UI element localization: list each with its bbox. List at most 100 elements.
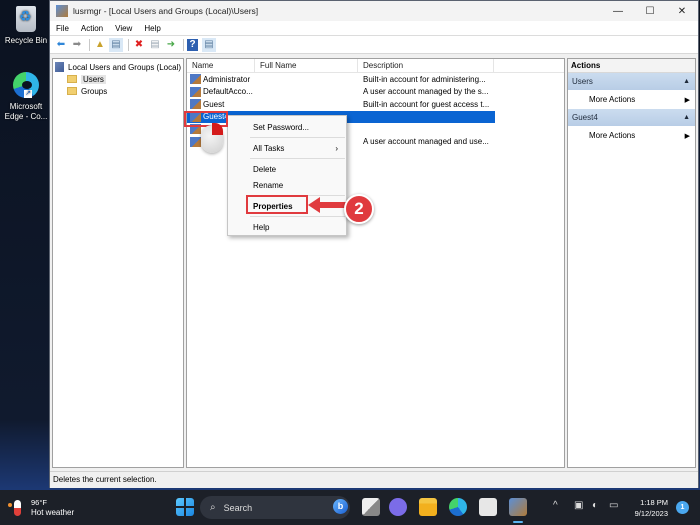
clock[interactable]: 1:18 PM 9/12/2023 bbox=[628, 497, 668, 519]
submenu-arrow-icon: ▶ bbox=[684, 132, 690, 140]
lusrmgr-app-icon bbox=[56, 5, 68, 17]
highlight-box-guest4 bbox=[184, 111, 228, 127]
menu-bar: File Action View Help bbox=[50, 21, 698, 36]
help-icon[interactable]: ? bbox=[187, 38, 198, 51]
forward-icon[interactable]: ➡ bbox=[70, 38, 84, 52]
menu-item-help[interactable]: Help bbox=[228, 219, 346, 235]
close-button[interactable]: ✕ bbox=[666, 1, 698, 21]
collapse-icon[interactable]: ▲ bbox=[683, 114, 690, 121]
shortcut-arrow-icon: ↗ bbox=[24, 90, 32, 98]
active-app-indicator bbox=[513, 521, 523, 523]
menu-item-label: Delete bbox=[253, 164, 277, 174]
user-description: A user account managed and use... bbox=[363, 137, 489, 147]
lusrmgr-window: lusrmgr - [Local Users and Groups (Local… bbox=[49, 0, 699, 488]
tree-root[interactable]: Local Users and Groups (Local) bbox=[55, 61, 181, 73]
taskbar-search[interactable]: ⌕ Search bbox=[200, 496, 350, 519]
more-actions-guest4[interactable]: More Actions ▶ bbox=[568, 126, 695, 145]
lusrmgr-taskbar-icon[interactable] bbox=[509, 498, 527, 516]
tree-root-label: Local Users and Groups (Local) bbox=[68, 62, 181, 72]
action-pane-icon[interactable]: ▤ bbox=[202, 37, 216, 52]
desktop-icon-label: Recycle Bin bbox=[4, 36, 48, 45]
context-menu: Set Password... All Tasks › Delete Rename… bbox=[227, 115, 347, 236]
section-header: Users bbox=[572, 77, 593, 86]
edge-taskbar-icon[interactable] bbox=[449, 498, 467, 516]
tree-item-groups[interactable]: Groups bbox=[55, 85, 181, 97]
bing-icon[interactable]: b bbox=[333, 499, 348, 514]
column-header-description[interactable]: Description bbox=[358, 59, 494, 72]
folder-icon bbox=[67, 75, 77, 83]
collapse-icon[interactable]: ▲ bbox=[683, 78, 690, 85]
file-explorer-icon[interactable] bbox=[419, 498, 437, 516]
more-actions-users[interactable]: More Actions ▶ bbox=[568, 90, 695, 109]
network-icon[interactable]: ▣ bbox=[574, 500, 583, 511]
menu-separator bbox=[250, 137, 345, 138]
desktop-icon-recycle-bin[interactable]: Recycle Bin bbox=[2, 6, 50, 46]
user-description: A user account managed by the s... bbox=[363, 87, 489, 97]
table-row[interactable]: DefaultAcco... A user account managed by… bbox=[187, 86, 564, 99]
section-header: Guest4 bbox=[572, 113, 598, 122]
list-header: Name Full Name Description bbox=[187, 59, 564, 73]
thermometer-icon bbox=[8, 500, 21, 516]
annotation-arrow-icon bbox=[308, 197, 348, 213]
microsoft-store-icon[interactable] bbox=[479, 498, 497, 516]
menu-action[interactable]: Action bbox=[81, 24, 103, 33]
console-tree-icon[interactable]: ▤ bbox=[109, 37, 123, 52]
minimize-button[interactable]: — bbox=[602, 1, 634, 21]
start-button-windows-icon[interactable] bbox=[176, 498, 194, 516]
title-bar[interactable]: lusrmgr - [Local Users and Groups (Local… bbox=[50, 1, 698, 21]
menu-item-rename[interactable]: Rename bbox=[228, 177, 346, 193]
battery-icon[interactable]: ▭ bbox=[609, 500, 618, 511]
export-list-icon[interactable]: ➜ bbox=[164, 38, 178, 52]
delete-icon[interactable]: ✖ bbox=[132, 38, 146, 52]
status-bar: Deletes the current selection. bbox=[50, 471, 698, 488]
menu-view[interactable]: View bbox=[115, 24, 132, 33]
search-icon: ⌕ bbox=[210, 502, 216, 513]
weather-widget[interactable]: 96°F Hot weather bbox=[8, 498, 74, 518]
submenu-arrow-icon: ▶ bbox=[684, 96, 690, 104]
toolbar-separator bbox=[89, 38, 90, 51]
menu-item-label: All Tasks bbox=[253, 143, 285, 153]
taskbar: 96°F Hot weather ⌕ Search b ^ ▣ ◐ ▭ 1:18… bbox=[0, 490, 700, 525]
toolbar: ⬅ ➡ ▲ ▤ ✖ ▤ ➜ ? ▤ bbox=[50, 36, 698, 54]
step-number-badge: 2 bbox=[344, 194, 374, 224]
actions-section-users[interactable]: Users ▲ bbox=[568, 73, 695, 90]
user-icon bbox=[190, 74, 201, 85]
maximize-button[interactable]: ☐ bbox=[634, 1, 666, 21]
column-header-full-name[interactable]: Full Name bbox=[255, 59, 358, 72]
notification-badge[interactable]: 1 bbox=[676, 501, 689, 514]
window-title: lusrmgr - [Local Users and Groups (Local… bbox=[73, 6, 259, 16]
table-row[interactable]: Administrator Built-in account for admin… bbox=[187, 73, 564, 86]
back-icon[interactable]: ⬅ bbox=[54, 38, 68, 52]
task-view-icon[interactable] bbox=[362, 498, 380, 516]
user-description: Built-in account for guest access t... bbox=[363, 99, 490, 109]
up-folder-icon[interactable]: ▲ bbox=[93, 38, 107, 52]
volume-icon[interactable]: ◐ bbox=[592, 500, 598, 511]
actions-section-guest4[interactable]: Guest4 ▲ bbox=[568, 109, 695, 126]
content-area: Local Users and Groups (Local) Users Gro… bbox=[50, 56, 698, 470]
properties-icon[interactable]: ▤ bbox=[148, 38, 162, 52]
menu-item-set-password[interactable]: Set Password... bbox=[228, 119, 346, 135]
edge-icon: ↗ bbox=[12, 72, 40, 100]
computer-users-icon bbox=[55, 62, 65, 72]
column-header-name[interactable]: Name bbox=[187, 59, 255, 72]
menu-item-label: Help bbox=[253, 222, 270, 232]
user-description: Built-in account for administering... bbox=[363, 74, 486, 84]
menu-help[interactable]: Help bbox=[144, 24, 160, 33]
show-hidden-icons-chevron-icon[interactable]: ^ bbox=[553, 500, 558, 511]
search-placeholder: Search bbox=[223, 502, 253, 513]
actions-pane: Actions Users ▲ More Actions ▶ Guest4 ▲ … bbox=[567, 58, 696, 468]
table-row[interactable]: Guest Built-in account for guest access … bbox=[187, 98, 564, 111]
folder-icon bbox=[67, 87, 77, 95]
actions-title: Actions bbox=[568, 59, 695, 73]
menu-item-all-tasks[interactable]: All Tasks › bbox=[228, 140, 346, 156]
toolbar-separator bbox=[183, 38, 184, 51]
menu-item-delete[interactable]: Delete bbox=[228, 161, 346, 177]
clock-date: 9/12/2023 bbox=[634, 509, 668, 518]
chat-icon[interactable] bbox=[389, 498, 407, 516]
tree-item-users[interactable]: Users bbox=[55, 73, 181, 85]
console-tree: Local Users and Groups (Local) Users Gro… bbox=[52, 58, 184, 468]
action-label: More Actions bbox=[589, 95, 636, 104]
menu-file[interactable]: File bbox=[56, 24, 69, 33]
desktop-icon-edge[interactable]: ↗ Microsoft Edge - Co... bbox=[2, 72, 50, 122]
submenu-arrow-icon: › bbox=[335, 143, 338, 153]
